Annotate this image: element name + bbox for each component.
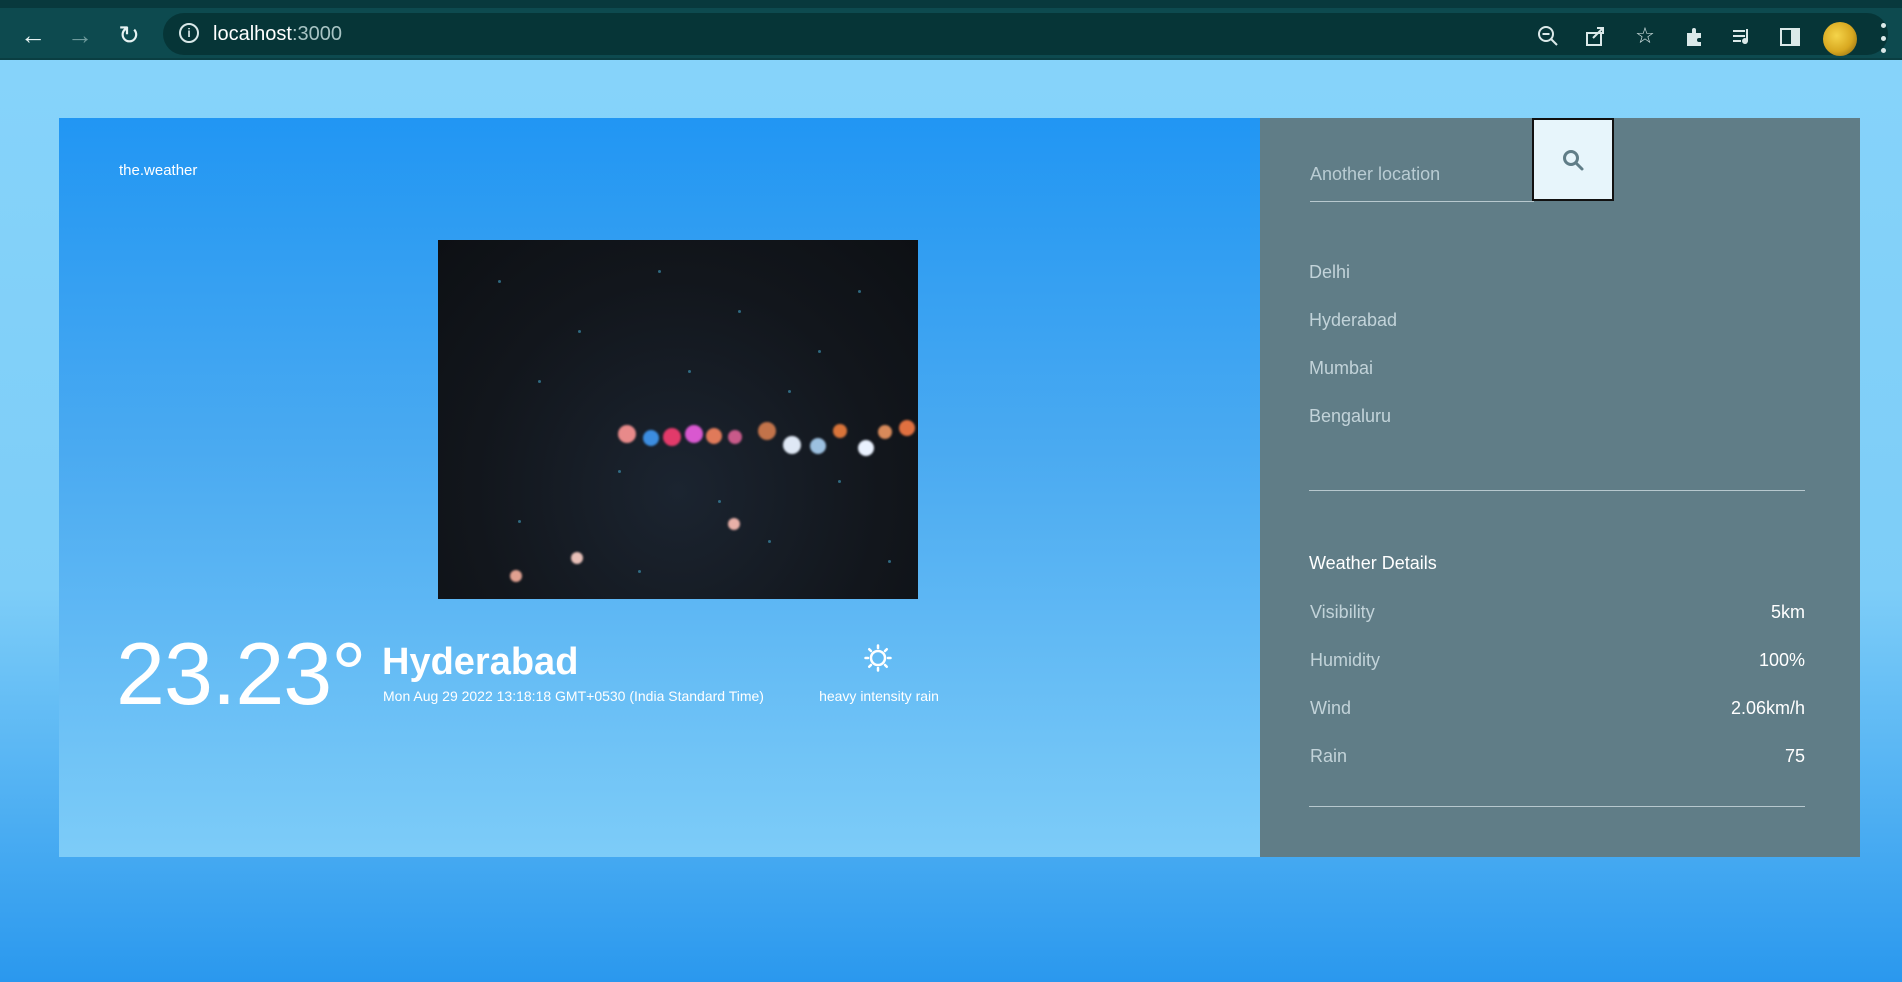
detail-label: Visibility — [1310, 602, 1375, 622]
back-button[interactable]: ← — [15, 17, 51, 53]
browser-menu-icon[interactable] — [1880, 23, 1886, 53]
brand-logo: the.weather — [119, 162, 198, 179]
media-queue-icon[interactable] — [1727, 22, 1757, 52]
detail-row-humidity: Humidity 100% — [1310, 650, 1805, 674]
profile-avatar[interactable] — [1823, 22, 1857, 56]
detail-label: Humidity — [1310, 650, 1381, 670]
detail-value: 75 — [1784, 746, 1805, 766]
detail-row-wind: Wind 2.06km/h — [1310, 698, 1805, 722]
zoom-out-icon[interactable] — [1533, 21, 1563, 51]
detail-value: 5km — [1770, 602, 1805, 622]
share-icon[interactable] — [1581, 21, 1611, 51]
city-item-hyderabad[interactable]: Hyderabad — [1309, 310, 1397, 358]
temperature-value: 23.23° — [116, 624, 366, 723]
detail-value: 2.06km/h — [1730, 698, 1805, 718]
search-icon — [1563, 149, 1584, 170]
city-item-mumbai[interactable]: Mumbai — [1309, 358, 1397, 406]
city-name: Hyderabad — [382, 641, 579, 683]
detail-row-rain: Rain 75 — [1310, 746, 1805, 770]
sun-icon — [864, 644, 892, 672]
detail-label: Rain — [1310, 746, 1348, 766]
reload-button[interactable]: ↻ — [111, 17, 147, 53]
detail-value: 100% — [1758, 650, 1805, 670]
side-panel-icon[interactable] — [1775, 22, 1805, 52]
site-info-icon[interactable]: i — [179, 23, 199, 43]
divider — [1309, 806, 1805, 807]
divider — [1309, 490, 1805, 491]
url-text[interactable]: localhost:3000 — [213, 23, 342, 46]
weather-image — [438, 240, 918, 599]
weather-condition: heavy intensity rain — [819, 688, 939, 704]
weather-details-title: Weather Details — [1309, 553, 1437, 573]
weather-app: the.weather 23.23° Hyderabad Mon Aug 29 … — [59, 118, 1860, 857]
side-panel: Delhi Hyderabad Mumbai Bengaluru Weather… — [1260, 118, 1860, 857]
detail-label: Wind — [1310, 698, 1352, 718]
search-button[interactable] — [1532, 118, 1614, 201]
extensions-icon[interactable] — [1680, 22, 1710, 52]
city-item-delhi[interactable]: Delhi — [1309, 262, 1397, 310]
date-time: Mon Aug 29 2022 13:18:18 GMT+0530 (India… — [383, 688, 764, 704]
city-list: Delhi Hyderabad Mumbai Bengaluru — [1309, 262, 1397, 454]
location-search-input[interactable] — [1310, 148, 1534, 202]
address-bar[interactable]: i localhost:3000 ☆ — [163, 13, 1888, 55]
browser-toolbar: ← → ↻ i localhost:3000 ☆ — [0, 0, 1902, 60]
detail-row-visibility: Visibility 5km — [1310, 602, 1805, 626]
city-item-bengaluru[interactable]: Bengaluru — [1309, 406, 1397, 454]
forward-button[interactable]: → — [62, 17, 98, 53]
main-panel: the.weather 23.23° Hyderabad Mon Aug 29 … — [59, 118, 1260, 857]
bookmark-star-icon[interactable]: ☆ — [1630, 21, 1660, 51]
